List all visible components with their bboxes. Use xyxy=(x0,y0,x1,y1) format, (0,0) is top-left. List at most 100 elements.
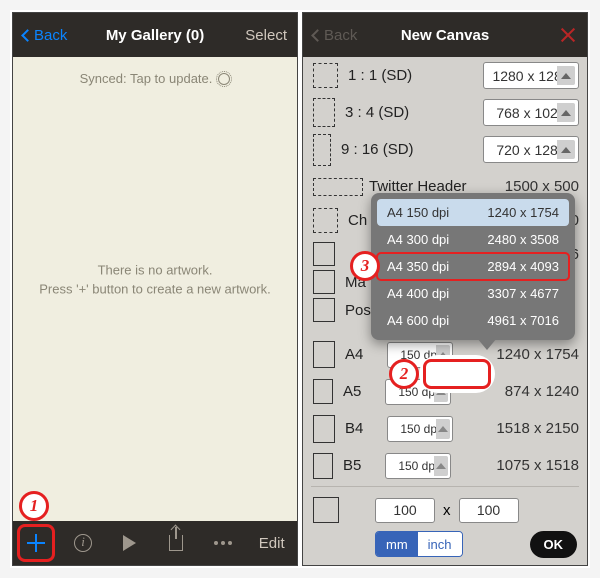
back-label: Back xyxy=(34,27,67,44)
chevron-up-icon xyxy=(557,140,575,159)
dpi-dropdown[interactable]: A4 150 dpi1240 x 1754 A4 300 dpi2480 x 3… xyxy=(371,193,575,340)
info-button[interactable] xyxy=(72,532,94,554)
gallery-topbar: Back My Gallery (0) Select xyxy=(13,13,297,57)
chevron-up-icon xyxy=(557,103,575,122)
aspect-icon xyxy=(313,242,335,266)
paper-name: A4 xyxy=(345,346,377,363)
dropdown-item[interactable]: A4 150 dpi1240 x 1754 xyxy=(377,199,569,226)
dpi-value: 150 dpi xyxy=(400,422,439,436)
unit-row: mm inch OK xyxy=(313,527,577,561)
empty-line-1: There is no artwork. xyxy=(13,260,297,280)
dropdown-label: A4 350 dpi xyxy=(387,259,487,274)
dropdown-label: A4 600 dpi xyxy=(387,313,487,328)
edit-button[interactable]: Edit xyxy=(259,535,285,552)
dropdown-dims: 1240 x 1754 xyxy=(487,205,559,220)
dropdown-dims: 2480 x 3508 xyxy=(487,232,559,247)
gallery-body: Synced: Tap to update. There is no artwo… xyxy=(13,57,297,521)
preset-name: 1 : 1 (SD) xyxy=(348,67,473,84)
unit-segmented[interactable]: mm inch xyxy=(375,531,463,557)
unit-inch[interactable]: inch xyxy=(418,532,462,556)
close-button[interactable] xyxy=(559,26,577,44)
paper-name: B5 xyxy=(343,457,375,474)
callout-2: 2 xyxy=(389,359,419,389)
dpi-value: 150 dpi xyxy=(398,459,437,473)
share-button[interactable] xyxy=(165,532,187,554)
aspect-icon xyxy=(313,298,335,322)
dropdown-dims: 3307 x 4677 xyxy=(487,286,559,301)
height-input[interactable]: 100 xyxy=(459,498,519,523)
aspect-icon xyxy=(313,134,331,166)
custom-size-row: 100 x 100 xyxy=(313,493,577,527)
callout-3: 3 xyxy=(350,251,380,281)
gallery-bottombar: Edit xyxy=(13,521,297,565)
chevron-left-icon xyxy=(311,29,324,42)
dots-icon xyxy=(214,541,232,545)
preset-row[interactable]: 3 : 4 (SD) 768 x 1024 xyxy=(303,94,587,131)
paper-name: A5 xyxy=(343,383,375,400)
aspect-icon xyxy=(313,453,333,479)
dims-value: 1518 x 2150 xyxy=(496,420,579,437)
callout-1: 1 xyxy=(19,491,49,521)
sync-text: Synced: Tap to update. xyxy=(80,71,213,86)
chevron-up-icon xyxy=(434,456,448,476)
newcanvas-screen: Back New Canvas 1 : 1 (SD) 1280 x 1280 3… xyxy=(302,12,588,566)
play-button[interactable] xyxy=(119,532,141,554)
share-icon xyxy=(169,535,183,551)
sync-row[interactable]: Synced: Tap to update. xyxy=(13,57,297,100)
dropdown-dims: 4961 x 7016 xyxy=(487,313,559,328)
preset-name: 9 : 16 (SD) xyxy=(341,141,473,158)
back-button-muted[interactable]: Back xyxy=(313,27,357,44)
custom-size-area: 100 x 100 mm inch OK 200 dpi 787x787 xyxy=(303,489,587,565)
dropdown-item[interactable]: A4 600 dpi4961 x 7016 xyxy=(377,307,569,334)
dims-picker[interactable]: 720 x 1280 xyxy=(483,136,579,163)
back-button[interactable]: Back xyxy=(23,27,67,44)
play-icon xyxy=(123,535,136,551)
aspect-icon xyxy=(313,63,338,88)
dropdown-item-highlighted[interactable]: A4 350 dpi2894 x 4093 xyxy=(377,253,569,280)
info-icon xyxy=(74,534,92,552)
footer-row: 200 dpi 787x787 xyxy=(313,561,577,565)
back-label: Back xyxy=(324,27,357,44)
paper-row[interactable]: B5 150 dpi 1075 x 1518 xyxy=(303,447,587,484)
aspect-icon xyxy=(313,415,335,443)
dropdown-item[interactable]: A4 300 dpi2480 x 3508 xyxy=(377,226,569,253)
chevron-left-icon xyxy=(21,29,34,42)
paper-name: B4 xyxy=(345,420,377,437)
dims-value: 1075 x 1518 xyxy=(496,457,579,474)
chevron-up-icon xyxy=(557,66,575,85)
dropdown-label: A4 300 dpi xyxy=(387,232,487,247)
dropdown-item[interactable]: A4 400 dpi3307 x 4677 xyxy=(377,280,569,307)
gear-icon xyxy=(218,73,230,85)
aspect-icon xyxy=(313,270,335,294)
newcanvas-body: 1 : 1 (SD) 1280 x 1280 3 : 4 (SD) 768 x … xyxy=(303,57,587,565)
dims-picker[interactable]: 1280 x 1280 xyxy=(483,62,579,89)
dpi-picker[interactable]: 150 dpi xyxy=(387,416,453,442)
select-button[interactable]: Select xyxy=(245,27,287,44)
preset-name: 3 : 4 (SD) xyxy=(345,104,473,121)
paper-row[interactable]: B4 150 dpi 1518 x 2150 xyxy=(303,410,587,447)
preset-row[interactable]: 9 : 16 (SD) 720 x 1280 xyxy=(303,131,587,168)
dpi-picker[interactable]: 150 dpi xyxy=(385,453,451,479)
newcanvas-topbar: Back New Canvas xyxy=(303,13,587,57)
chevron-up-icon xyxy=(436,419,450,439)
aspect-icon xyxy=(313,379,333,404)
preset-row[interactable]: 1 : 1 (SD) 1280 x 1280 xyxy=(303,57,587,94)
gallery-screen: Back My Gallery (0) Select Synced: Tap t… xyxy=(12,12,298,566)
dropdown-label: A4 150 dpi xyxy=(387,205,487,220)
width-input[interactable]: 100 xyxy=(375,498,435,523)
aspect-icon xyxy=(313,497,339,523)
aspect-icon xyxy=(313,98,335,127)
dims-value: 768 x 1024 xyxy=(496,105,565,121)
unit-mm[interactable]: mm xyxy=(376,532,418,556)
divider xyxy=(311,486,579,487)
empty-line-2: Press '+' button to create a new artwork… xyxy=(13,280,297,300)
dropdown-label: A4 400 dpi xyxy=(387,286,487,301)
dims-value: 874 x 1240 xyxy=(505,383,579,400)
dims-value: 720 x 1280 xyxy=(496,142,565,158)
ok-button[interactable]: OK xyxy=(530,531,578,558)
dims-picker[interactable]: 768 x 1024 xyxy=(483,99,579,126)
aspect-icon xyxy=(313,341,335,368)
empty-message: There is no artwork. Press '+' button to… xyxy=(13,260,297,299)
more-button[interactable] xyxy=(212,532,234,554)
dropdown-dims: 2894 x 4093 xyxy=(487,259,559,274)
